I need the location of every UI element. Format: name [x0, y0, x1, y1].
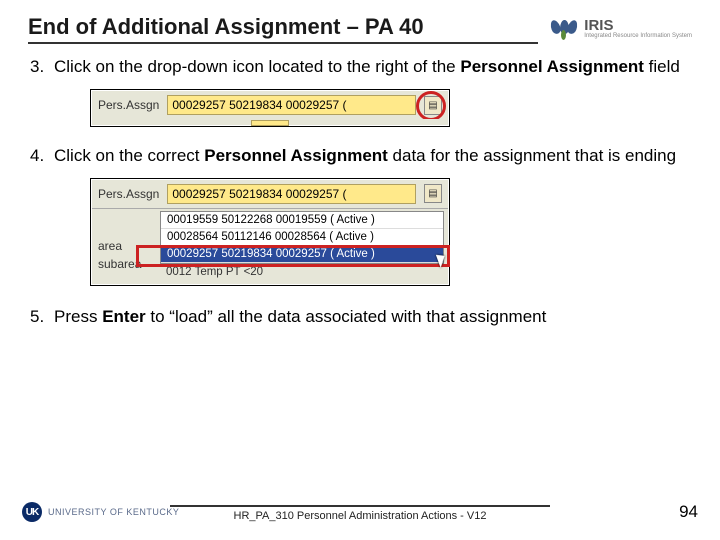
pers-assgn-field[interactable]: 00029257 50219834 00029257 ( — [167, 184, 416, 204]
page-number: 94 — [679, 502, 698, 522]
dropdown-icon[interactable]: ▤ — [424, 184, 442, 203]
step-text: Click on the correct — [54, 146, 204, 165]
page-title: End of Additional Assignment – PA 40 — [28, 14, 538, 44]
list-item[interactable]: 00028564 50112146 00028564 ( Active ) — [161, 229, 443, 246]
step-text: data for the assignment that is ending — [388, 146, 676, 165]
uk-badge-icon: UK — [22, 502, 42, 522]
screenshot-pers-assgn-list: Pers.Assgn 00029257 50219834 00029257 ( … — [90, 178, 450, 286]
assignment-list[interactable]: 00019559 50122268 00019559 ( Active ) 00… — [160, 211, 444, 264]
step-number: 5. — [30, 306, 54, 329]
step-bold: Enter — [102, 307, 145, 326]
step-number: 3. — [30, 56, 54, 79]
pers-assgn-label: Pers.Assgn — [98, 187, 159, 201]
step-3: 3. Click on the drop-down icon located t… — [30, 56, 690, 79]
pers-assgn-label: Pers.Assgn — [98, 98, 159, 112]
step-text: to “load” all the data associated with t… — [146, 307, 547, 326]
iris-flower-icon — [550, 18, 578, 40]
step-bold: Personnel Assignment — [204, 146, 388, 165]
step-number: 4. — [30, 145, 54, 168]
pers-assgn-field[interactable]: 00029257 50219834 00029257 ( — [167, 95, 416, 115]
footer-doc-title: HR_PA_310 Personnel Administration Actio… — [170, 505, 550, 522]
side-label: area — [98, 237, 154, 255]
step-text: field — [644, 57, 680, 76]
list-item[interactable]: 00019559 50122268 00019559 ( Active ) — [161, 212, 443, 229]
subarea-value: 0012 Temp PT <20 — [160, 264, 444, 280]
dropdown-icon[interactable]: ▤ — [424, 96, 442, 115]
step-bold: Personnel Assignment — [460, 57, 644, 76]
list-item-selected[interactable]: 00029257 50219834 00029257 ( Active ) — [161, 246, 443, 263]
screenshot-pers-assgn-dropdown: Pers.Assgn 00029257 50219834 00029257 ( … — [90, 89, 450, 127]
iris-subtitle: Integrated Resource Information System — [584, 34, 692, 39]
step-text: Click on the drop-down icon located to t… — [54, 57, 460, 76]
uk-text: UNIVERSITY OF KENTUCKY — [48, 507, 179, 517]
iris-logo: IRIS Integrated Resource Information Sys… — [550, 18, 692, 44]
iris-title: IRIS — [584, 17, 613, 34]
step-5: 5. Press Enter to “load” all the data as… — [30, 306, 690, 329]
step-4: 4. Click on the correct Personnel Assign… — [30, 145, 690, 168]
screenshot-edge — [92, 119, 448, 125]
step-text: Press — [54, 307, 102, 326]
side-label: subarea — [98, 255, 154, 273]
uk-logo: UK UNIVERSITY OF KENTUCKY — [22, 502, 179, 522]
